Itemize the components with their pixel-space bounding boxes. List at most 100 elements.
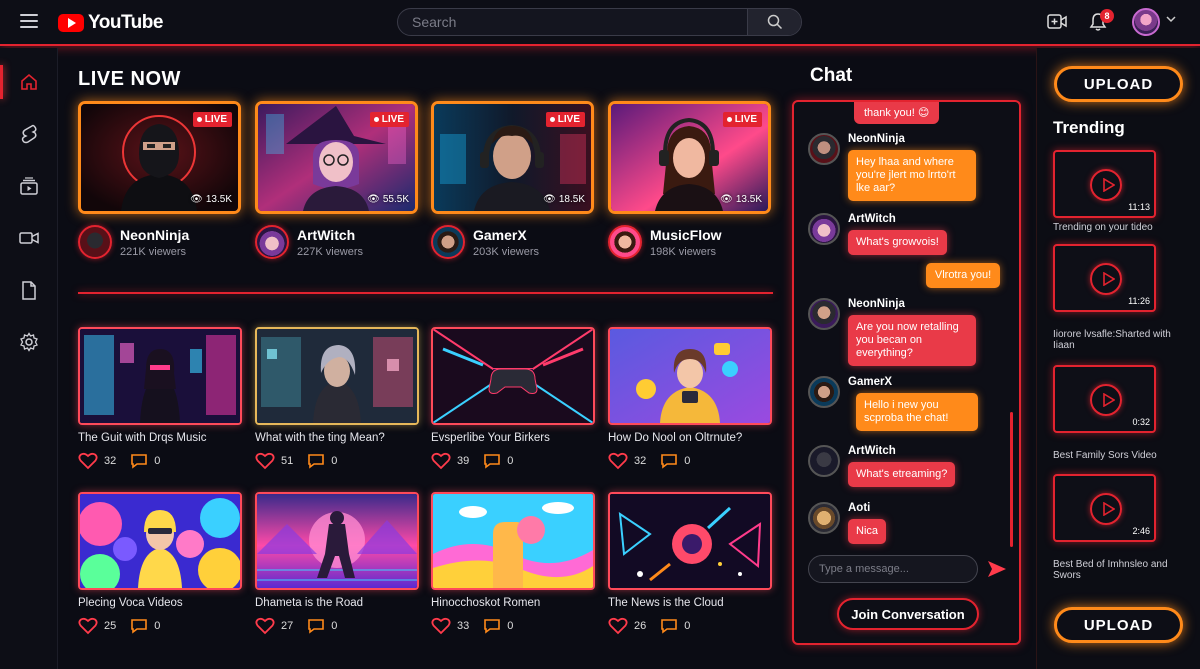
upload-button[interactable]: UPLOAD — [1054, 66, 1183, 102]
video-title[interactable]: Plecing Voca Videos — [78, 597, 248, 609]
video-title[interactable]: Hinocchoskot Romen — [431, 597, 601, 609]
trending-video-card[interactable]: 2:46 — [1053, 474, 1156, 542]
video-duration: 0:32 — [1132, 417, 1150, 427]
avatar[interactable] — [808, 298, 840, 330]
video-thumbnail[interactable] — [255, 492, 419, 590]
live-stream-card[interactable]: LIVE 👁 13.5K — [78, 101, 241, 214]
heart-icon[interactable] — [255, 617, 275, 635]
chat-username[interactable]: NeonNinja — [848, 133, 976, 145]
heart-icon[interactable] — [431, 452, 451, 470]
avatar[interactable] — [808, 445, 840, 477]
search-button[interactable] — [747, 9, 801, 35]
video-thumbnail[interactable] — [255, 327, 419, 425]
chat-username[interactable]: NeonNinja — [848, 298, 976, 310]
heart-icon[interactable] — [431, 617, 451, 635]
chat-message-input[interactable] — [808, 555, 978, 583]
join-conversation-button[interactable]: Join Conversation — [837, 598, 979, 630]
notification-count-badge: 8 — [1100, 9, 1114, 23]
eye-icon: 👁 — [190, 194, 203, 205]
heart-icon[interactable] — [78, 617, 98, 635]
heart-icon[interactable] — [608, 452, 628, 470]
video-thumbnail[interactable] — [431, 492, 595, 590]
like-count: 26 — [634, 620, 647, 632]
comment-icon[interactable] — [130, 618, 148, 634]
sidebar-item-settings[interactable] — [0, 325, 58, 359]
video-stats: 32 0 — [78, 452, 160, 470]
sidebar-item-shorts[interactable] — [0, 117, 58, 151]
live-badge: LIVE — [722, 112, 762, 127]
streamer-info[interactable]: ArtWitch 227K viewers — [255, 225, 363, 259]
video-title[interactable]: Evsperlibe Your Birkers — [431, 432, 601, 444]
create-video-icon[interactable] — [1046, 11, 1068, 33]
video-stats: 27 0 — [255, 617, 337, 635]
menu-icon[interactable] — [20, 14, 38, 28]
search-input[interactable] — [398, 9, 748, 35]
chat-message: Aoti Nica — [808, 502, 887, 544]
live-stream-card[interactable]: LIVE 👁 13.5K — [608, 101, 771, 214]
sidebar-item-library[interactable] — [0, 273, 58, 307]
chat-message-bubble: thank you! 😊 — [854, 102, 940, 124]
comment-icon[interactable] — [660, 453, 678, 469]
chat-scrollbar[interactable] — [1010, 412, 1013, 547]
video-title[interactable]: The Guit with Drqs Music — [78, 432, 248, 444]
comment-icon[interactable] — [307, 618, 325, 634]
trending-video-title[interactable]: Best Family Sors Video — [1053, 450, 1173, 461]
chevron-down-icon[interactable] — [1166, 16, 1176, 23]
heart-icon[interactable] — [255, 452, 275, 470]
avatar — [608, 225, 642, 259]
chat-username[interactable]: ArtWitch — [848, 213, 947, 225]
chat-message-bubble: What's etreaming? — [848, 462, 956, 487]
streamer-info[interactable]: MusicFlow 198K viewers — [608, 225, 722, 259]
trending-video-card[interactable]: 11:13 — [1053, 150, 1156, 218]
chat-message-bubble: Nica — [848, 519, 887, 544]
avatar[interactable] — [808, 376, 840, 408]
comment-icon[interactable] — [483, 453, 501, 469]
video-thumbnail[interactable] — [608, 492, 772, 590]
trending-video-title[interactable]: Iiorore lvsafle:Sharted with Iiaan — [1053, 329, 1173, 351]
play-icon — [1090, 493, 1122, 525]
chat-username[interactable]: ArtWitch — [848, 445, 955, 457]
upload-button[interactable]: UPLOAD — [1054, 607, 1183, 643]
chat-message-bubble: Hey lhaa and where you're jlert mo lrrto… — [848, 150, 976, 201]
send-icon[interactable] — [987, 560, 1007, 578]
video-title[interactable]: What with the ting Mean? — [255, 432, 425, 444]
trending-video-card[interactable]: 11:26 — [1053, 244, 1156, 312]
streamer-info[interactable]: GamerX 203K viewers — [431, 225, 539, 259]
streamer-name: ArtWitch — [297, 227, 356, 243]
video-thumbnail[interactable] — [431, 327, 595, 425]
chat-username[interactable]: Aoti — [848, 502, 886, 514]
video-title[interactable]: How Do Nool on Oltrnute? — [608, 432, 778, 444]
comment-icon[interactable] — [660, 618, 678, 634]
comment-icon[interactable] — [307, 453, 325, 469]
streamer-info[interactable]: NeonNinja 221K viewers — [78, 225, 189, 259]
heart-icon[interactable] — [78, 452, 98, 470]
sidebar-item-subscriptions[interactable] — [0, 169, 58, 203]
live-stream-card[interactable]: LIVE 👁 55.5K — [255, 101, 418, 214]
video-title[interactable]: The News is the Cloud — [608, 597, 778, 609]
avatar[interactable] — [808, 133, 840, 165]
trending-video-card[interactable]: 0:32 — [1053, 365, 1156, 433]
video-thumbnail[interactable] — [78, 327, 242, 425]
trending-video-title[interactable]: Best Bed of Imhnsleo and Swors — [1053, 559, 1173, 581]
comment-icon[interactable] — [130, 453, 148, 469]
comment-count: 0 — [331, 620, 338, 632]
streamer-viewers: 198K viewers — [650, 246, 717, 258]
live-badge: LIVE — [192, 112, 232, 127]
streamer-name: NeonNinja — [120, 227, 190, 243]
avatar[interactable] — [808, 213, 840, 245]
sidebar-item-home[interactable] — [0, 65, 58, 99]
sidebar-item-your-videos[interactable] — [0, 221, 58, 255]
chat-username[interactable]: GamerX — [848, 376, 978, 388]
video-title[interactable]: Dhameta is the Road — [255, 597, 425, 609]
comment-icon[interactable] — [483, 618, 501, 634]
heart-icon[interactable] — [608, 617, 628, 635]
avatar[interactable] — [808, 502, 840, 534]
video-thumbnail[interactable] — [608, 327, 772, 425]
video-thumbnail[interactable] — [78, 492, 242, 590]
comment-count: 0 — [684, 455, 691, 467]
user-avatar[interactable] — [1132, 8, 1160, 36]
streamer-viewers: 203K viewers — [473, 246, 540, 258]
youtube-logo[interactable]: YouTube — [58, 12, 163, 34]
trending-video-title[interactable]: Trending on your tideo — [1053, 222, 1173, 233]
live-stream-card[interactable]: LIVE 👁 18.5K — [431, 101, 594, 214]
